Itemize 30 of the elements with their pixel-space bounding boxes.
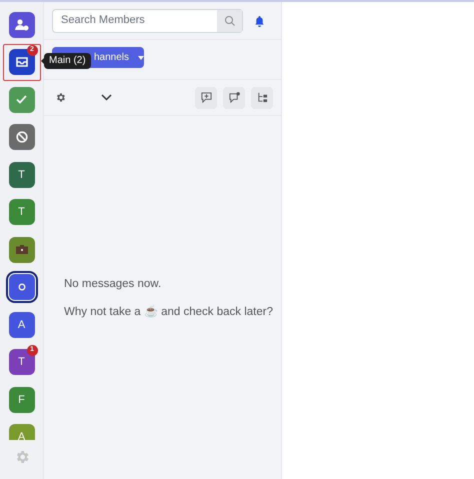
ban-icon	[16, 131, 28, 144]
search-icon	[224, 14, 236, 26]
chat-notification-button[interactable]	[223, 86, 245, 108]
sidebar-button[interactable]	[8, 124, 34, 150]
search-field[interactable]: Search Members	[52, 8, 243, 32]
channel-avatar[interactable]: A	[8, 424, 34, 440]
inbox-icon	[16, 57, 28, 68]
channel-avatar[interactable]: T	[8, 162, 34, 188]
new-message-button[interactable]	[195, 86, 217, 108]
briefcase-icon	[16, 245, 28, 254]
empty-hint: Why not take a ☕ and check back later?	[64, 305, 274, 320]
hierarchy-button[interactable]	[251, 86, 273, 108]
chat-plus-icon	[200, 92, 212, 103]
bell-icon[interactable]	[254, 14, 265, 26]
channel-avatar[interactable]: A	[8, 312, 34, 338]
search-button[interactable]	[217, 10, 242, 32]
sidebar-button[interactable]	[8, 49, 34, 76]
sidebar-button[interactable]	[8, 12, 34, 38]
empty-message: No messages now.	[64, 277, 162, 292]
tooltip: Main (2)	[44, 53, 91, 69]
check-icon	[16, 95, 27, 104]
caret-icon	[138, 56, 144, 60]
people-icon	[14, 18, 28, 31]
search-input[interactable]: Search Members	[53, 12, 217, 29]
channel-avatar[interactable]: F	[8, 386, 34, 413]
channel-avatar[interactable]: T	[8, 199, 34, 226]
chevron-down-icon[interactable]	[101, 94, 112, 101]
sidebar-button[interactable]	[8, 274, 34, 300]
tree-icon	[256, 92, 268, 103]
sidebar-button[interactable]	[8, 236, 34, 263]
